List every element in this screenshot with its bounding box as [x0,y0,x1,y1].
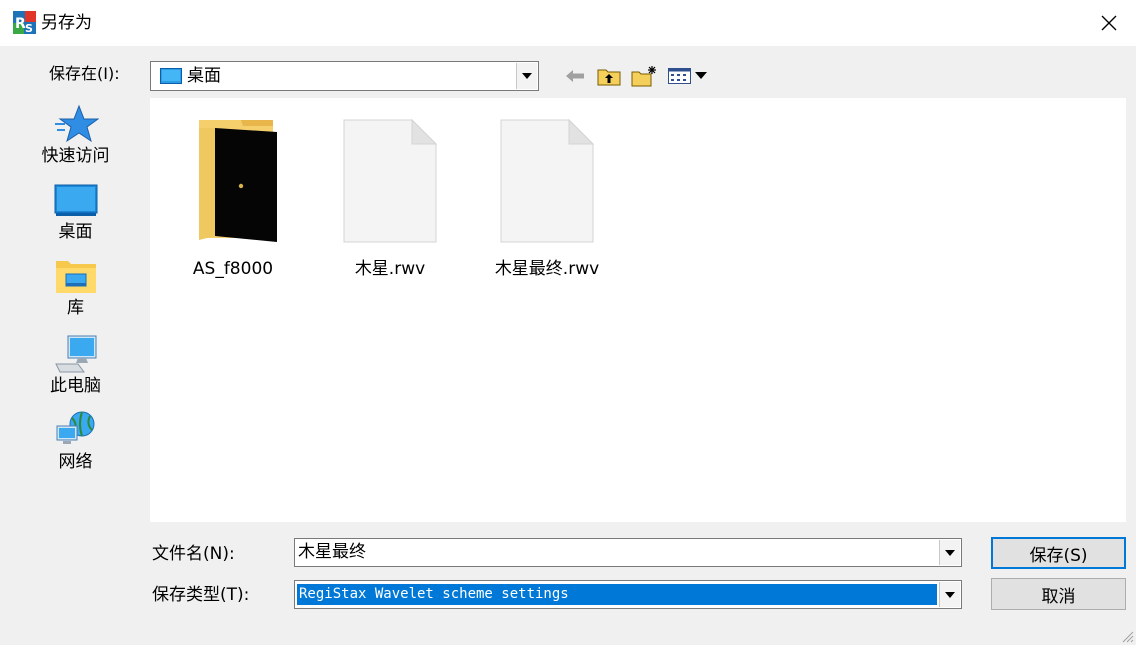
back-arrow-icon [566,70,584,82]
chevron-down-icon [522,73,532,79]
dropdown-arrow[interactable] [939,582,960,607]
place-quick-access[interactable]: 快速访问 [28,104,123,167]
window-title: 另存为 [41,13,92,33]
place-desktop[interactable]: 桌面 [28,182,123,243]
network-icon [56,411,94,444]
registax-app-icon: R S [13,11,36,35]
resize-grip-icon[interactable] [1120,629,1134,643]
save-in-dropdown[interactable]: 桌面 [150,61,539,91]
dropdown-arrow[interactable] [516,63,537,89]
file-list[interactable]: AS_f8000 木星.rwv 木星最终.rwv [150,98,1126,522]
view-menu-button[interactable] [666,64,710,88]
close-icon [1101,15,1117,31]
chevron-down-icon [945,591,955,598]
document-icon [343,118,438,243]
svg-text:S: S [25,22,33,34]
place-library[interactable]: 库 [28,258,123,319]
filename-input[interactable]: 木星最终 [298,541,366,563]
desktop-icon [54,184,97,216]
filename-label: 文件名(N): [152,544,235,564]
filename-combobox[interactable]: 木星最终 [294,538,962,567]
back-button[interactable] [563,64,587,88]
place-label: 库 [67,298,84,318]
document-icon [500,118,595,243]
star-icon [54,104,99,143]
chevron-down-icon [945,549,955,556]
cancel-button[interactable]: 取消 [991,578,1126,610]
new-folder-icon [631,66,656,87]
close-button[interactable] [1082,0,1136,46]
desktop-icon [160,68,182,85]
save-in-label: 保存在(I): [49,64,120,83]
file-name: 木星.rwv [354,259,426,279]
view-menu-icon [668,68,707,84]
filetype-dropdown[interactable]: RegiStax Wavelet scheme settings [294,580,962,609]
place-label: 桌面 [58,222,93,242]
dropdown-arrow[interactable] [939,540,960,565]
file-item[interactable]: 木星.rwv [330,118,450,280]
file-name: AS_f8000 [192,259,274,279]
place-label: 网络 [58,452,93,472]
save-button[interactable]: 保存(S) [991,537,1126,569]
file-name: 木星最终.rwv [494,259,600,279]
place-this-pc[interactable]: 此电脑 [28,334,123,397]
up-folder-button[interactable] [595,64,623,88]
place-network[interactable]: 网络 [28,410,123,473]
computer-icon [54,335,96,373]
save-in-value: 桌面 [187,66,221,86]
place-label: 快速访问 [41,146,110,166]
place-label: 此电脑 [50,376,101,396]
up-folder-icon [597,69,621,86]
filetype-label: 保存类型(T): [152,585,250,605]
dialog-body: 保存在(I): 桌面 快速访问 桌面 库 此电脑 网络 AS_f8000 木星.… [0,46,1136,645]
new-folder-button[interactable] [630,64,660,88]
file-item-folder[interactable]: AS_f8000 [173,118,293,280]
file-item[interactable]: 木星最终.rwv [487,118,607,280]
folder-icon [199,120,277,242]
filetype-value: RegiStax Wavelet scheme settings [297,584,937,605]
library-icon [55,261,96,293]
title-bar: R S 另存为 [0,0,1136,46]
